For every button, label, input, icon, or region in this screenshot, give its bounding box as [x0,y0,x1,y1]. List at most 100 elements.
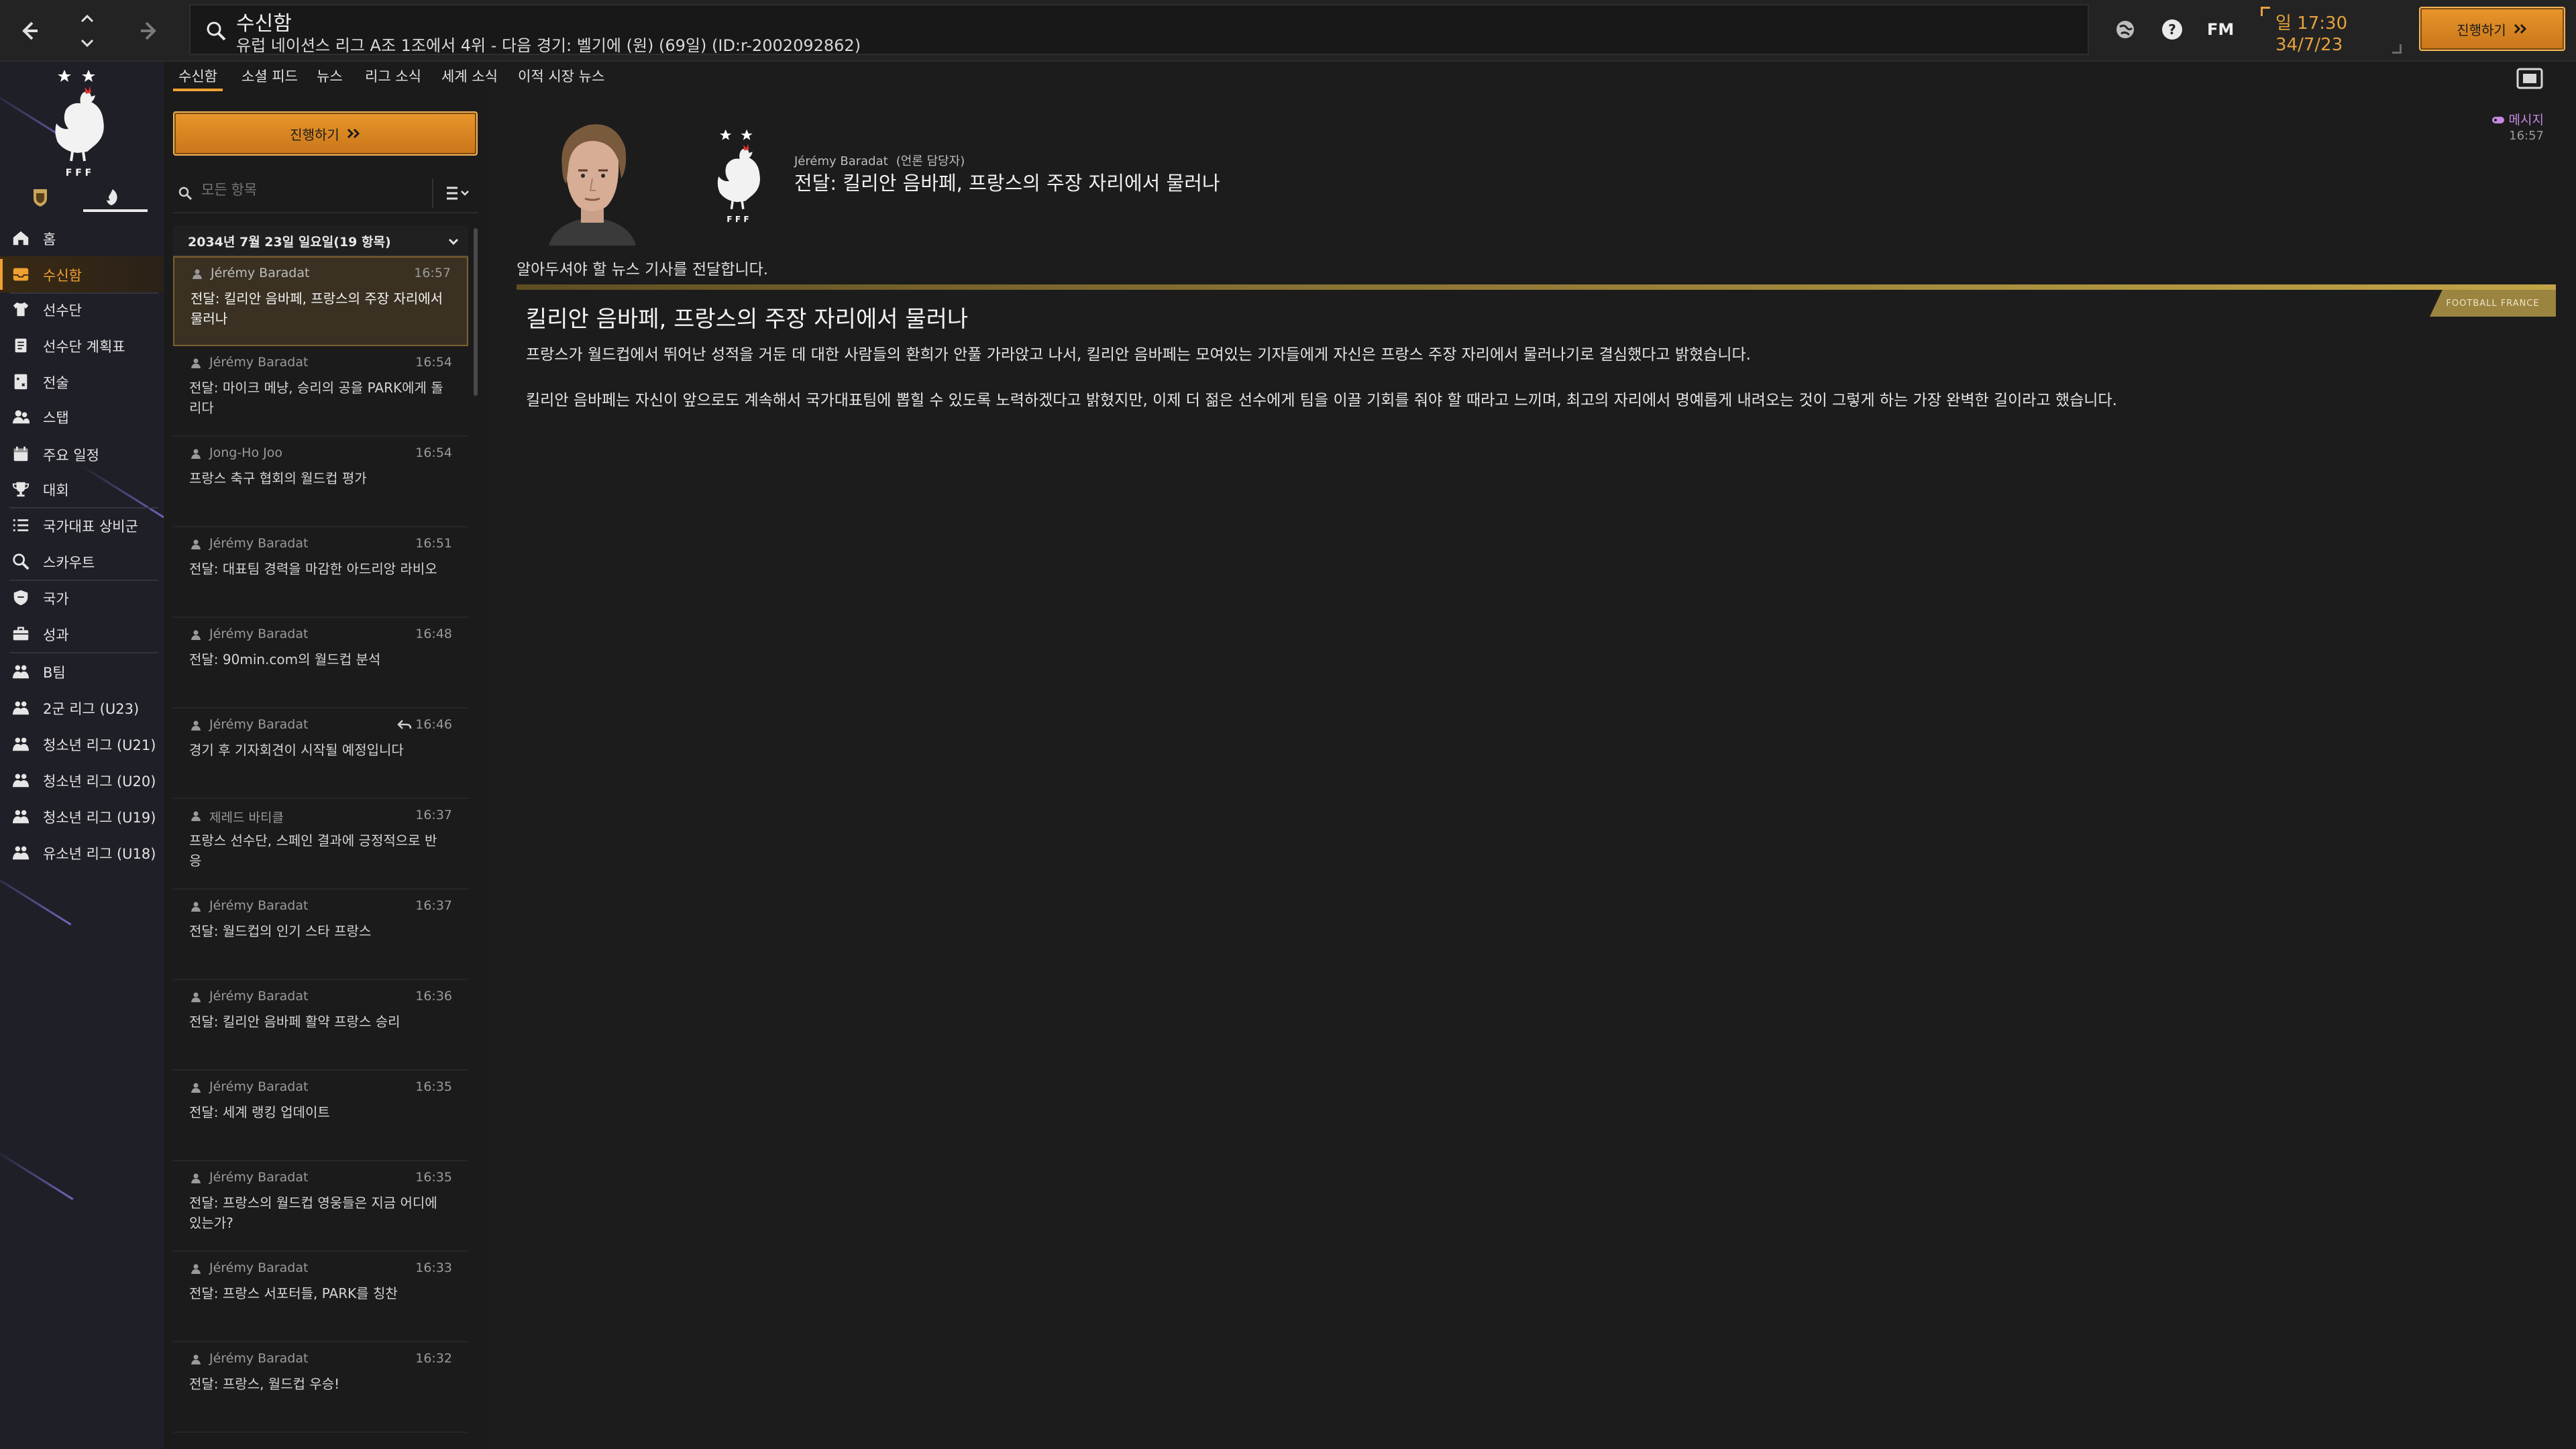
message-subject: 전달: 킬리안 음바페, 프랑스의 주장 자리에서 물러나 [794,172,1220,195]
inbox-continue-button[interactable]: 진행하기 [173,111,478,156]
nav-item-15[interactable]: 청소년 리그 (U20) [0,762,164,798]
nav-item-5[interactable]: 스탭 [0,398,164,435]
message-list-item[interactable]: Jérémy Baradat 16:48 전달: 90min.com의 월드컵 분석 [173,619,468,708]
tab-social-feed[interactable]: 소셜 피드 [241,66,298,86]
tab-inbox[interactable]: 수신함 [173,66,223,91]
inbox-filter [173,173,478,213]
inbox-icon [11,265,31,284]
continue-button[interactable]: 진행하기 [2419,7,2565,51]
message-list-item[interactable]: Jérémy Baradat 16:46 경기 후 기자회견이 시작될 예정입니다 [173,709,468,799]
sender-name[interactable]: Jérémy Baradat [794,154,888,168]
message-time: 16:51 [415,536,452,551]
message-sender: Jérémy Baradat [209,355,309,370]
trophy-icon [11,480,31,498]
team-icon [11,698,31,717]
staff-icon [11,407,31,426]
user-icon [191,629,201,640]
nav-item-16[interactable]: 청소년 리그 (U19) [0,798,164,835]
nav-item-6[interactable]: 주요 일정 [0,436,164,472]
help-icon[interactable]: ? [2159,16,2186,43]
message-list-item[interactable]: Jérémy Baradat 16:32 전달: 프랑스, 월드컵 우승! [173,1343,468,1433]
nav-item-label: 국가대표 상비군 [43,519,138,535]
svg-text:?: ? [2168,21,2176,38]
nav-item-4[interactable]: 전술 [0,364,164,400]
nav-item-label: 청소년 리그 (U21) [43,737,156,753]
back-arrow-icon[interactable] [12,15,44,47]
message-time: 16:37 [415,898,452,913]
screen-mode-icon[interactable] [2516,67,2544,90]
nav-item-2[interactable]: 선수단 [0,291,164,327]
game-date-time[interactable]: 일 17:30 34/7/23 [2261,7,2402,55]
message-list-item[interactable]: Jérémy Baradat 16:51 전달: 대표팀 경력을 마감한 아드리앙 … [173,528,468,618]
nav-item-label: 선수단 계획표 [43,339,125,355]
message-list-item[interactable]: Jérémy Baradat 16:57 전달: 킬리안 음바페, 프랑스의 주장 … [173,256,468,346]
article-divider [517,284,2556,290]
date-group-label: 2034년 7월 23일 일요일(19 항목) [188,235,391,250]
message-time: 16:36 [415,989,452,1004]
fm-logo[interactable]: FM [2207,20,2234,39]
list-icon [11,516,31,535]
nav-item-label: 스탭 [43,410,69,426]
tab-news[interactable]: 뉴스 [317,66,343,86]
date-group-header[interactable]: 2034년 7월 23일 일요일(19 항목) [173,225,468,256]
rooster-icon[interactable] [101,186,122,208]
nav-item-7[interactable]: 대회 [0,471,164,507]
message-time: 16:57 [2509,129,2544,143]
chevron-down-icon [447,235,460,248]
message-time: 16:37 [415,808,452,822]
message-list-item[interactable]: Jérémy Baradat 16:35 전달: 프랑스의 월드컵 영웅들은 지금 … [173,1162,468,1252]
nav-item-14[interactable]: 청소년 리그 (U21) [0,726,164,762]
nav-item-13[interactable]: 2군 리그 (U23) [0,690,164,726]
globe-icon[interactable] [2112,16,2139,43]
team-icon [11,807,31,826]
player-face-image[interactable] [542,114,643,246]
message-sender: Jérémy Baradat [209,536,309,551]
user-icon [191,991,201,1002]
nav-item-11[interactable]: 성과 [0,616,164,652]
message-sender: 제레드 바티클 [209,810,284,825]
nav-sub-tabs [0,180,164,217]
nav-item-0[interactable]: 홈 [0,220,164,256]
message-list-item[interactable]: Jérémy Baradat 16:37 전달: 월드컵의 인기 스타 프랑스 [173,890,468,980]
nav-item-3[interactable]: 선수단 계획표 [0,327,164,364]
message-list-item[interactable]: Jérémy Baradat 16:54 전달: 마이크 메냥, 승리의 공을 PA… [173,347,468,437]
message-sender: Jérémy Baradat [209,627,309,641]
message-list-item[interactable]: Jong-Ho Joo 16:54 프랑스 축구 협회의 월드컵 평가 [173,437,468,527]
message-list-item[interactable]: Jérémy Baradat 16:33 전달: 프랑스 서포터들, PARK를 칭… [173,1252,468,1342]
message-list-item[interactable]: Jérémy Baradat 16:35 전달: 세계 랭킹 업데이트 [173,1071,468,1161]
tab-world-news[interactable]: 세계 소식 [441,66,498,86]
nav-item-12[interactable]: B팀 [0,653,164,690]
message-subject: 전달: 프랑스의 월드컵 영웅들은 지금 어디에 있는가? [189,1195,437,1231]
message-list-scrollbar[interactable] [474,228,478,396]
search-bar[interactable]: 수신함 유럽 네이션스 리그 A조 1조에서 4위 - 다음 경기: 벨기에 (… [189,4,2089,55]
message-list-item[interactable]: 제레드 바티클 16:37 프랑스 선수단, 스페인 결과에 긍정적으로 반응 [173,800,468,890]
message-time: 16:57 [414,266,451,280]
fff-crest-logo[interactable]: F F F [42,66,115,180]
user-icon [191,1354,201,1364]
nav-item-8[interactable]: 국가대표 상비군 [0,507,164,543]
message-list-item[interactable]: Jérémy Baradat 16:36 전달: 킬리안 음바페 활약 프랑스 승리 [173,981,468,1071]
game-time: 일 17:30 [2275,13,2348,34]
nav-item-9[interactable]: 스카우트 [0,543,164,580]
club-badge-icon[interactable] [30,186,51,208]
nav-item-17[interactable]: 유소년 리그 (U18) [0,835,164,871]
reply-icon [397,718,412,731]
forward-arrow-icon[interactable] [134,15,166,47]
team-icon [11,771,31,790]
left-navigation: F F F 홈 수신함 선수단선수단 계획표전술스탭주요 일정 대회국가대표 상비군스… [0,62,164,1449]
tab-league-news[interactable]: 리그 소식 [365,66,421,86]
nav-item-1[interactable]: 수신함 [0,256,164,292]
filter-input[interactable] [201,182,423,199]
page-subtitle: 유럽 네이션스 리그 A조 1조에서 4위 - 다음 경기: 벨기에 (원) (… [236,36,861,55]
nav-item-label: 스카우트 [43,555,95,571]
message-subject: 전달: 킬리안 음바페, 프랑스의 주장 자리에서 물러나 [191,290,443,327]
tab-transfer-news[interactable]: 이적 시장 뉴스 [518,66,604,86]
nav-item-label: B팀 [43,665,66,681]
message-sender: Jérémy Baradat [211,266,310,280]
nav-item-10[interactable]: 국가 [0,580,164,616]
shield-icon [11,588,31,607]
sort-menu-icon[interactable] [444,184,471,203]
message-time: 16:54 [415,355,452,370]
up-down-arrows-icon[interactable] [75,7,99,55]
user-icon [191,1173,201,1183]
